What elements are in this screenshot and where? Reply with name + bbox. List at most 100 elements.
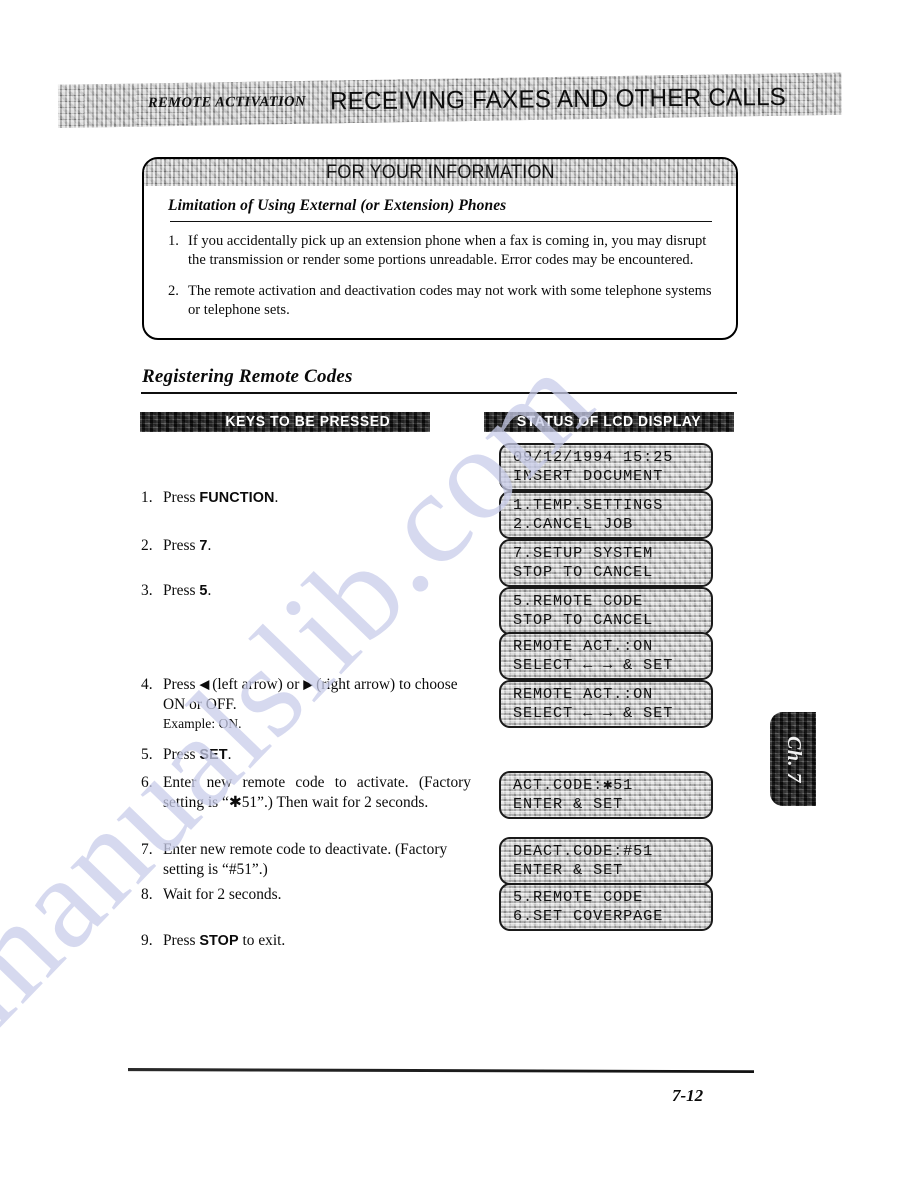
step-text-post: to exit. [238, 932, 286, 949]
column-header-status-label: STATUS OF LCD DISPLAY [516, 414, 702, 430]
step-text-pre: Press [163, 537, 200, 554]
step-number: 4. [141, 676, 153, 693]
step-text-post: . [227, 746, 232, 763]
step-text-pre: Press [163, 746, 200, 763]
step-text: Press STOP to exit. [163, 931, 471, 951]
chapter-thumb-tab: Ch. 7 [770, 712, 816, 806]
document-page: REMOTE ACTIVATION RECEIVING FAXES AND OT… [0, 0, 918, 1188]
fyi-body: Limitation of Using External (or Extensi… [144, 186, 736, 338]
step-number: 3. [141, 582, 153, 599]
step-text-pre: Press [163, 676, 200, 693]
lcd-line-2: ENTER & SET [513, 794, 624, 813]
section-heading: Registering Remote Codes [142, 366, 353, 387]
fyi-divider [170, 221, 712, 222]
lcd-line-1: DEACT.CODE:#51 [513, 842, 654, 860]
fyi-item-text: The remote activation and deactivation c… [188, 282, 712, 318]
step-item: 2. Press 7. [141, 536, 471, 556]
lcd-screen: 5.REMOTE CODE 6.SET COVERPAGE [499, 883, 713, 932]
step-text: Press 5. [163, 581, 471, 601]
step-text-post: . [207, 582, 212, 599]
step-number: 7. [141, 841, 153, 858]
step-number: 6. [141, 774, 153, 791]
step-item: 7. Enter new remote code to deactivate. … [141, 840, 471, 880]
step-number: 5. [141, 746, 153, 763]
fyi-item-number: 1. [168, 233, 179, 249]
step-item: 6. Enter new remote code to activate. (F… [141, 773, 471, 813]
fyi-list-item: 2. The remote activation and deactivatio… [168, 282, 714, 320]
lcd-screen: ACT.CODE:✱51 ENTER & SET [499, 771, 713, 820]
step-number: 1. [141, 489, 153, 506]
step-text-mid: (left arrow) or [208, 676, 304, 693]
step-text-pre: Press [163, 489, 200, 506]
step-text-post: . [207, 537, 212, 554]
lcd-line-2: 6.SET COVERPAGE [513, 906, 664, 925]
right-arrow-icon: ▶ [303, 676, 313, 692]
lcd-screen: REMOTE ACT.:ON SELECT ← → & SET [499, 632, 713, 681]
step-text-pre: Press [163, 582, 200, 599]
step-item: 1. Press FUNCTION. [141, 488, 471, 508]
lcd-screen: 5.REMOTE CODE STOP TO CANCEL [499, 587, 713, 636]
column-header-keys-to-be-pressed: KEYS TO BE PRESSED [140, 412, 430, 432]
step-text-line: Press ◀ (left arrow) or ▶ (right arrow) … [163, 676, 458, 713]
lcd-line-1: 5.REMOTE CODE [513, 888, 644, 906]
step-number: 2. [141, 537, 153, 554]
fyi-item-text: If you accidentally pick up an extension… [188, 233, 707, 268]
step-item: 4. Press ◀ (left arrow) or ▶ (right arro… [141, 675, 471, 733]
step-text: Press ◀ (left arrow) or ▶ (right arrow) … [163, 675, 471, 733]
lcd-line-2: SELECT ← → & SET [513, 703, 674, 722]
step-text-post: . [274, 489, 279, 506]
lcd-line-1: REMOTE ACT.:ON [513, 637, 654, 655]
key-label: STOP [199, 933, 239, 949]
lcd-line-1: 09/12/1994 15:25 [513, 448, 674, 466]
step-number: 9. [141, 932, 153, 949]
step-item: 5. Press SET. [141, 745, 471, 765]
lcd-line-2: STOP TO CANCEL [513, 610, 654, 629]
lcd-line-2: INSERT DOCUMENT [513, 466, 664, 485]
left-arrow-icon: ◀ [199, 676, 209, 692]
column-header-keys-label: KEYS TO BE PRESSED [225, 414, 391, 430]
step-text: Enter new remote code to activate. (Fact… [163, 774, 471, 812]
step-item: 9. Press STOP to exit. [141, 931, 471, 951]
fyi-header-band: FOR YOUR INFORMATION [144, 159, 736, 186]
lcd-line-2: SELECT ← → & SET [513, 655, 674, 674]
lcd-line-2: STOP TO CANCEL [513, 562, 654, 581]
key-label: SET [199, 747, 228, 763]
step-text: Press SET. [163, 745, 471, 765]
lcd-line-1: 7.SETUP SYSTEM [513, 544, 654, 562]
step-text: Press 7. [163, 536, 471, 556]
for-your-information-box: FOR YOUR INFORMATION Limitation of Using… [142, 157, 738, 340]
lcd-line-2: 2.CANCEL JOB [513, 514, 634, 533]
key-label: FUNCTION [199, 490, 275, 506]
page-header-band: REMOTE ACTIVATION RECEIVING FAXES AND OT… [58, 72, 842, 128]
fyi-list-item: 1. If you accidentally pick up an extens… [168, 232, 714, 270]
column-header-status-of-lcd-display: STATUS OF LCD DISPLAY [484, 412, 734, 432]
lcd-line-1: ACT.CODE:✱51 [513, 776, 634, 794]
lcd-line-1: 5.REMOTE CODE [513, 592, 644, 610]
fyi-subtitle: Limitation of Using External (or Extensi… [168, 197, 507, 214]
lcd-screen: 09/12/1994 15:25 INSERT DOCUMENT [499, 443, 713, 492]
lcd-screen: 7.SETUP SYSTEM STOP TO CANCEL [499, 539, 713, 588]
footer-rule [128, 1068, 754, 1073]
step-item: 8. Wait for 2 seconds. [141, 885, 471, 905]
fyi-item-number: 2. [168, 282, 179, 299]
lcd-line-1: 1.TEMP.SETTINGS [513, 496, 664, 514]
lcd-screen: DEACT.CODE:#51 ENTER & SET [499, 837, 713, 886]
header-text-wrap: REMOTE ACTIVATION RECEIVING FAXES AND OT… [58, 72, 842, 128]
step-text-pre: Press [163, 932, 200, 949]
page-number: 7-12 [672, 1086, 704, 1105]
lcd-line-1: REMOTE ACT.:ON [513, 685, 654, 703]
section-heading-rule [141, 392, 737, 394]
fyi-header-label: FOR YOUR INFORMATION [325, 161, 555, 183]
step-subnote: Example: ON. [163, 716, 242, 732]
step-number: 8. [141, 886, 153, 903]
lcd-screen: 1.TEMP.SETTINGS 2.CANCEL JOB [499, 491, 713, 540]
chapter-tab-label: Ch. 7 [782, 735, 805, 783]
lcd-line-2: ENTER & SET [513, 860, 624, 879]
running-head: REMOTE ACTIVATION [147, 93, 306, 111]
step-text: Wait for 2 seconds. [163, 886, 282, 903]
step-item: 3. Press 5. [141, 581, 471, 601]
step-text: Press FUNCTION. [163, 488, 471, 508]
lcd-screen: REMOTE ACT.:ON SELECT ← → & SET [499, 680, 713, 729]
chapter-title: RECEIVING FAXES AND OTHER CALLS [329, 82, 787, 115]
step-text: Enter new remote code to deactivate. (Fa… [163, 841, 448, 879]
